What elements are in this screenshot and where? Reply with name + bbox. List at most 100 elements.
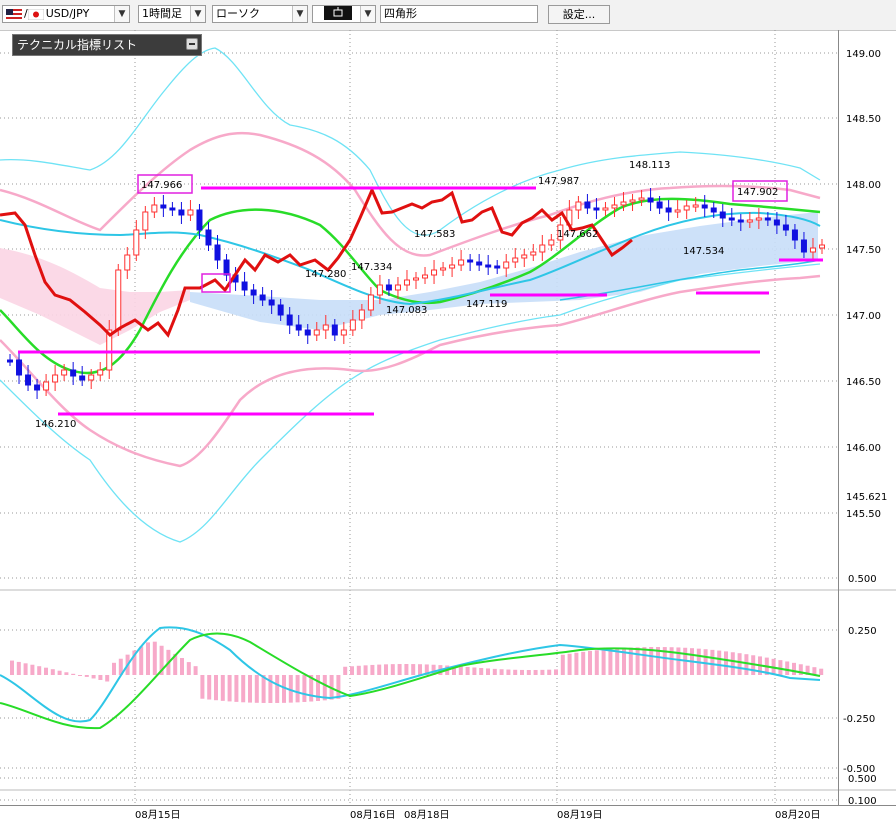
candle-body	[440, 267, 447, 271]
candle-body	[629, 199, 636, 203]
candle-body	[142, 211, 149, 231]
chevron-down-icon[interactable]: ▼	[360, 6, 375, 22]
candle-body	[196, 209, 203, 231]
candle-body	[422, 274, 429, 279]
macd-axis-label: 0.100	[848, 796, 877, 807]
candle-body	[43, 381, 50, 391]
macd-bar	[533, 669, 538, 675]
macd-bar	[302, 675, 307, 702]
macd-axis: 0.500 0.250 -0.250 -0.500 0.500 0.100	[843, 574, 877, 807]
candle-body	[647, 197, 654, 203]
macd-bar	[50, 669, 55, 675]
rectangle-icon	[324, 6, 352, 25]
macd-bar	[363, 665, 368, 675]
candle-body	[250, 289, 257, 296]
macd-bar	[594, 650, 599, 675]
candle-body	[692, 204, 699, 208]
macd-bar	[492, 668, 497, 675]
price-axis-label: 146.50	[846, 377, 881, 388]
macd-bar	[560, 654, 565, 675]
candle-body	[16, 359, 23, 376]
timeframe-label: 1時間足	[142, 7, 182, 20]
candle-body	[295, 324, 302, 331]
candle-body	[403, 279, 410, 286]
price-chart[interactable]: 147.966 146.210 147.280 147.334 147.083 …	[0, 30, 896, 821]
macd-bar	[343, 666, 348, 675]
candle-body	[512, 257, 519, 263]
macd-bar	[411, 664, 416, 675]
draw-tool-select[interactable]: ▼	[312, 5, 376, 23]
candle-body	[701, 204, 708, 209]
settings-button[interactable]: 設定...	[548, 5, 610, 24]
candle-body	[431, 269, 438, 276]
candle-body	[683, 205, 690, 211]
candle-body	[340, 329, 347, 336]
macd-bar	[724, 651, 728, 675]
candle-body	[449, 264, 456, 269]
candle-body	[602, 207, 609, 211]
macd-bar	[737, 653, 742, 675]
candle-body	[97, 369, 104, 376]
macd-bar	[465, 666, 470, 675]
macd-bar	[152, 641, 157, 675]
macd-bar	[819, 668, 824, 675]
ichimoku-cloud-pink	[0, 248, 190, 345]
time-axis-label: 08月16日	[350, 809, 395, 821]
macd-bar	[193, 666, 198, 675]
candle-body	[773, 219, 780, 226]
candle-body	[277, 304, 284, 316]
annotation-label: 146.210	[35, 419, 76, 430]
price-axis: 149.00 148.50 148.00 147.50 147.00 146.5…	[846, 49, 887, 520]
macd-bar	[458, 666, 463, 675]
price-axis-label: 146.00	[846, 443, 881, 454]
jp-flag-icon	[27, 8, 44, 20]
settings-label: 設定...	[562, 8, 596, 21]
price-axis-label: 145.50	[846, 509, 881, 520]
macd-bar	[16, 661, 21, 675]
macd-bar	[261, 675, 266, 703]
candle-body	[367, 294, 374, 311]
symbol-select[interactable]: / USD/JPY ▼	[2, 5, 130, 23]
macd-bar	[744, 654, 749, 675]
macd-bar	[608, 648, 613, 675]
symbol-label: USD/JPY	[45, 7, 90, 20]
indicator-list-panel[interactable]: テクニカル指標リスト	[12, 34, 202, 56]
macd-bar	[785, 661, 790, 675]
macd-axis-label: 0.500	[848, 574, 877, 585]
macd-bar	[418, 664, 422, 675]
candle-body	[313, 329, 320, 336]
macd-histogram	[10, 641, 824, 703]
candle-body	[575, 201, 582, 211]
candle-body	[286, 314, 293, 326]
macd-bar	[186, 662, 191, 675]
toolbar: / USD/JPY ▼ 1時間足 ▼ ローソク ▼ ▼ 四角形 設定...	[0, 0, 896, 31]
macd-bar	[139, 646, 144, 675]
candle-body	[331, 324, 338, 336]
macd-bar	[105, 675, 110, 682]
chart-type-select[interactable]: ローソク ▼	[212, 5, 308, 23]
price-axis-label: 149.00	[846, 49, 881, 60]
candle-body	[259, 294, 266, 301]
candle-body	[34, 384, 41, 391]
timeframe-select[interactable]: 1時間足 ▼	[138, 5, 206, 23]
chevron-down-icon[interactable]: ▼	[114, 6, 129, 22]
macd-bar	[336, 675, 341, 699]
candle-body	[413, 277, 419, 281]
candle-body	[530, 251, 537, 256]
candle-body	[52, 374, 59, 383]
macd-bar	[350, 666, 354, 675]
macd-bar	[377, 664, 382, 675]
shape-name-field[interactable]: 四角形	[380, 5, 538, 23]
candle-body	[782, 224, 789, 231]
time-axis-label: 08月19日	[557, 809, 602, 821]
chevron-down-icon[interactable]: ▼	[190, 6, 205, 22]
annotation-label: 147.902	[737, 187, 778, 198]
macd-bar	[227, 675, 232, 702]
macd-bar	[37, 666, 42, 675]
macd-bar	[10, 660, 14, 675]
candle-body	[620, 201, 627, 206]
candle-body	[521, 254, 528, 259]
price-axis-label: 148.00	[846, 180, 881, 191]
chevron-down-icon[interactable]: ▼	[292, 6, 307, 22]
minimize-icon[interactable]	[186, 38, 198, 50]
